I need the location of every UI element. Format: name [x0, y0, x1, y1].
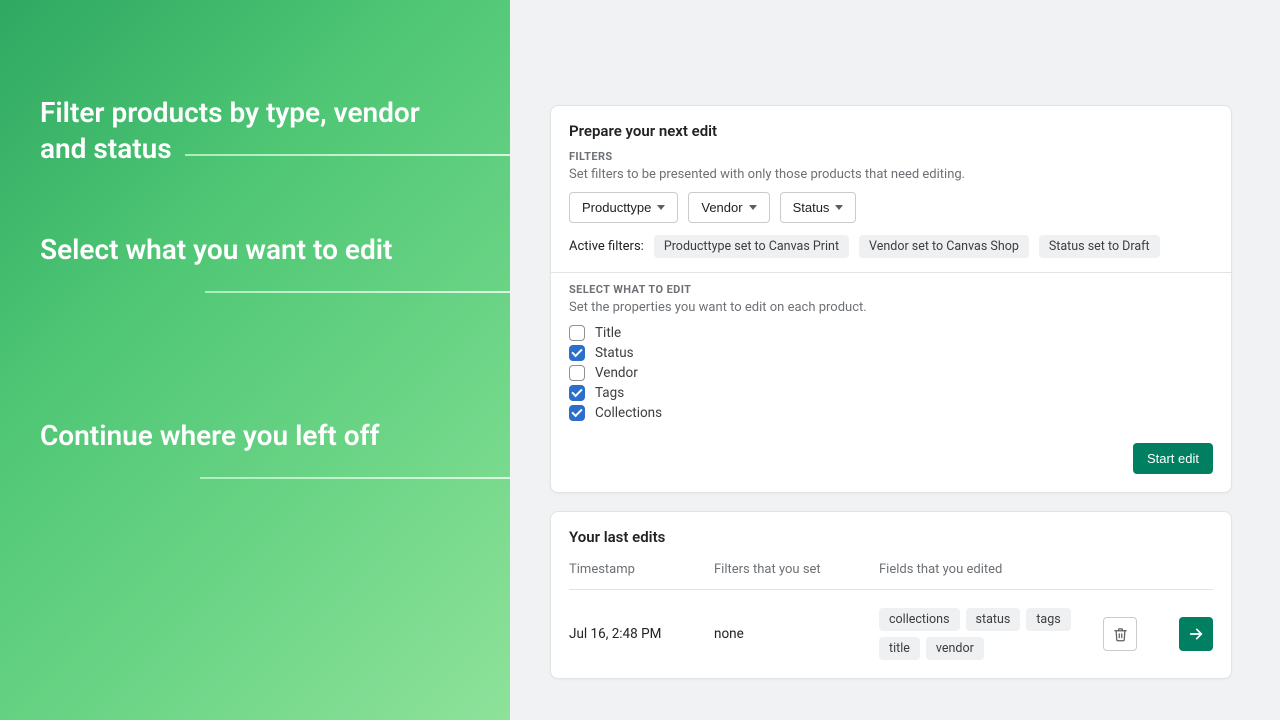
divider: [551, 272, 1231, 273]
edit-option-title[interactable]: Title: [569, 325, 1213, 341]
edit-options-list: Title Status Vendor Tags Collections: [569, 325, 1213, 421]
delete-edit-button[interactable]: [1103, 617, 1137, 651]
select-description: Set the properties you want to edit on e…: [569, 300, 1213, 315]
active-filter-chip[interactable]: Producttype set to Canvas Print: [654, 235, 849, 258]
resume-edit-button[interactable]: [1179, 617, 1213, 651]
cell-timestamp: Jul 16, 2:48 PM: [569, 626, 704, 642]
checkbox-icon[interactable]: [569, 405, 585, 421]
checkbox-icon[interactable]: [569, 325, 585, 341]
field-chip: title: [879, 637, 920, 660]
active-filter-chip[interactable]: Vendor set to Canvas Shop: [859, 235, 1029, 258]
marketing-sidebar: Filter products by type, vendor and stat…: [0, 0, 510, 720]
col-fields: Fields that you edited: [879, 562, 1093, 577]
option-label: Collections: [595, 405, 662, 421]
option-label: Status: [595, 345, 634, 361]
start-edit-button[interactable]: Start edit: [1133, 443, 1213, 474]
callout-continue: Continue where you left off: [40, 418, 470, 454]
filter-status-button[interactable]: Status: [780, 192, 857, 223]
card-title: Prepare your next edit: [569, 122, 1213, 140]
active-filters-row: Active filters: Producttype set to Canva…: [569, 235, 1213, 258]
prepare-card: Prepare your next edit FILTERS Set filte…: [550, 105, 1232, 493]
arrow-right-icon: [1188, 626, 1204, 642]
select-heading: SELECT WHAT TO EDIT: [569, 283, 1213, 296]
filter-label: Vendor: [701, 200, 742, 215]
field-chip: tags: [1026, 608, 1070, 631]
table-header: Timestamp Filters that you set Fields th…: [569, 556, 1213, 589]
checkbox-icon[interactable]: [569, 345, 585, 361]
edit-option-vendor[interactable]: Vendor: [569, 365, 1213, 381]
edit-option-collections[interactable]: Collections: [569, 405, 1213, 421]
field-chip: vendor: [926, 637, 984, 660]
last-edits-card: Your last edits Timestamp Filters that y…: [550, 511, 1232, 679]
filter-producttype-button[interactable]: Producttype: [569, 192, 678, 223]
card-title: Your last edits: [569, 528, 1213, 546]
callout-text: Select what you want to edit: [40, 233, 392, 266]
table-row: Jul 16, 2:48 PM none collections statusta…: [569, 589, 1213, 660]
filter-buttons-row: Producttype Vendor Status: [569, 192, 1213, 223]
callout-text: Continue where you left off: [40, 419, 380, 452]
option-label: Tags: [595, 385, 624, 401]
option-label: Title: [595, 325, 621, 341]
col-filters: Filters that you set: [714, 562, 869, 577]
edit-option-status[interactable]: Status: [569, 345, 1213, 361]
edit-option-tags[interactable]: Tags: [569, 385, 1213, 401]
filter-vendor-button[interactable]: Vendor: [688, 192, 769, 223]
option-label: Vendor: [595, 365, 638, 381]
cell-filters: none: [714, 626, 869, 642]
field-chip: collections: [879, 608, 960, 631]
app-area: Prepare your next edit FILTERS Set filte…: [510, 0, 1280, 720]
checkbox-icon[interactable]: [569, 385, 585, 401]
trash-icon: [1113, 627, 1128, 642]
caret-down-icon: [657, 205, 665, 210]
callout-filters: Filter products by type, vendor and stat…: [40, 95, 470, 168]
cell-fields: collections statustags title vendor: [879, 608, 1093, 660]
caret-down-icon: [749, 205, 757, 210]
checkbox-icon[interactable]: [569, 365, 585, 381]
field-chip: status: [966, 608, 1021, 631]
filter-label: Producttype: [582, 200, 651, 215]
caret-down-icon: [835, 205, 843, 210]
filters-description: Set filters to be presented with only th…: [569, 167, 1213, 182]
active-filter-chip[interactable]: Status set to Draft: [1039, 235, 1160, 258]
col-timestamp: Timestamp: [569, 562, 704, 577]
callout-select: Select what you want to edit: [40, 232, 470, 268]
active-filters-label: Active filters:: [569, 239, 644, 254]
filters-heading: FILTERS: [569, 150, 1213, 163]
filter-label: Status: [793, 200, 830, 215]
